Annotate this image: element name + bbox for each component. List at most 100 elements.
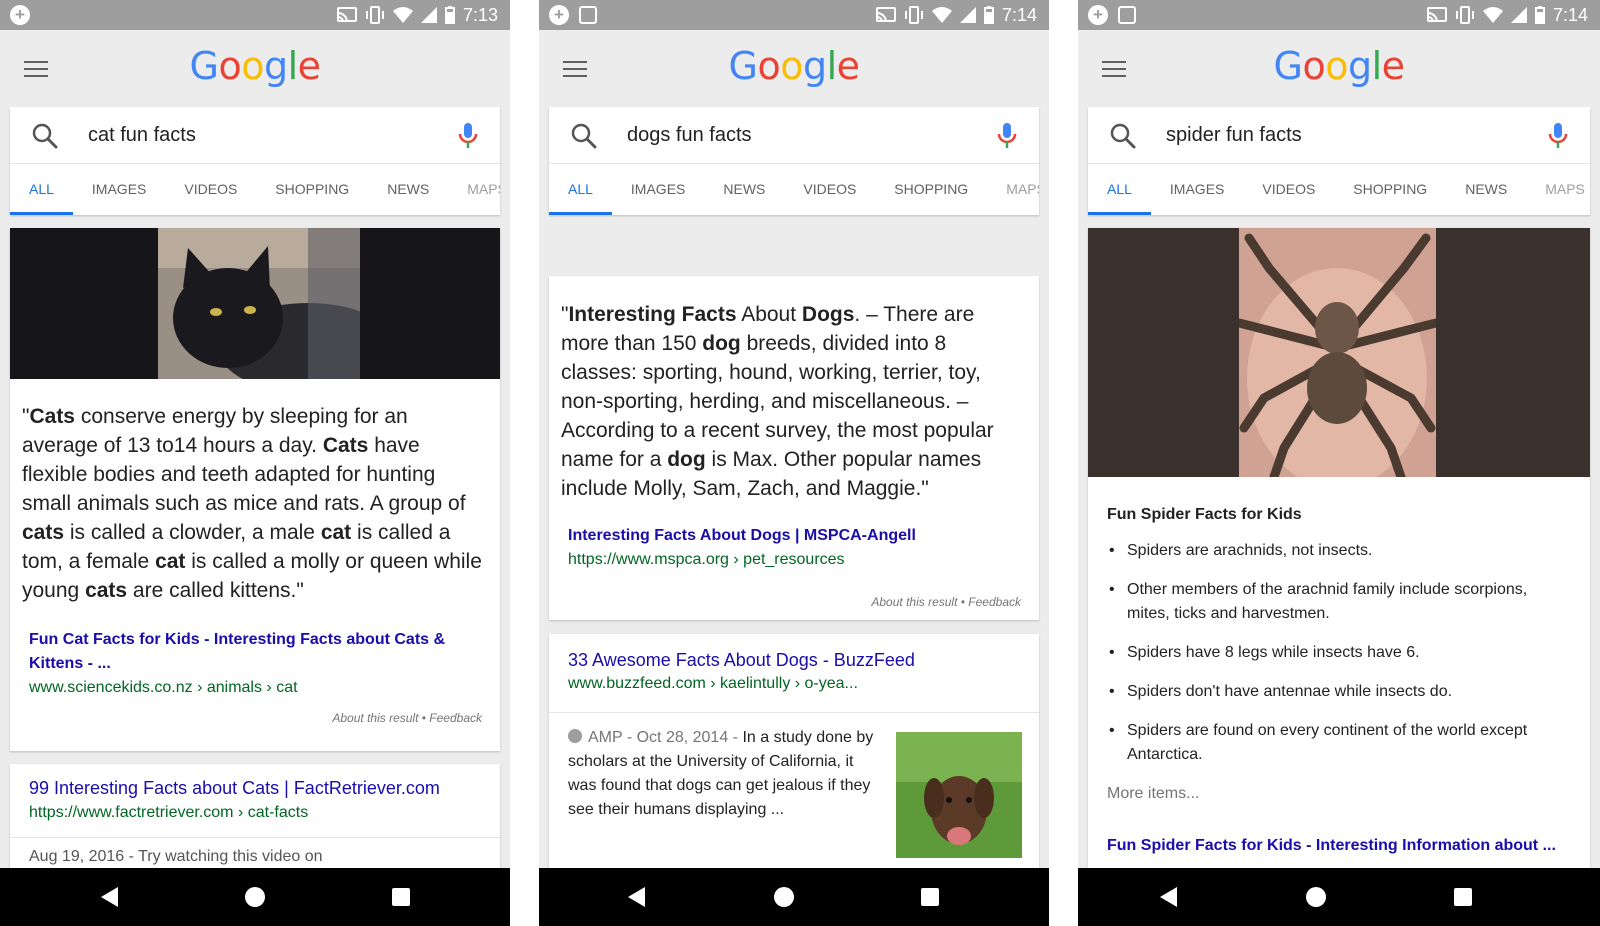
battery-icon	[983, 6, 994, 24]
phone-screen-spider: + 7:14 Google spider fun facts ALL IMAGE…	[1078, 0, 1600, 926]
search-icon[interactable]	[32, 123, 58, 149]
source-url[interactable]: https://www.mspca.org › pet_resources	[568, 548, 845, 572]
list-item: Spiders have 8 legs while insects have 6…	[1107, 641, 1570, 665]
vibrate-icon	[904, 6, 923, 24]
search-box: spider fun facts ALL IMAGES VIDEOS SHOPP…	[1088, 107, 1590, 215]
tab-videos[interactable]: VIDEOS	[784, 164, 875, 215]
back-icon[interactable]	[628, 887, 645, 907]
home-icon[interactable]	[774, 887, 794, 907]
list-item: Spiders don't have antennae while insect…	[1107, 680, 1570, 704]
tab-maps[interactable]: MAPS	[448, 164, 500, 215]
back-icon[interactable]	[101, 887, 118, 907]
signal-icon	[420, 7, 437, 23]
status-time: 7:14	[1001, 5, 1037, 25]
search-input[interactable]: spider fun facts	[1166, 124, 1302, 147]
battery-icon	[1534, 6, 1545, 24]
list-item: Other members of the arachnid family inc…	[1107, 578, 1570, 626]
notification-plus-icon: +	[1088, 5, 1108, 25]
tab-videos[interactable]: VIDEOS	[165, 164, 256, 215]
list-title: Fun Spider Facts for Kids	[1107, 506, 1302, 523]
tab-videos[interactable]: VIDEOS	[1243, 164, 1334, 215]
tab-all[interactable]: ALL	[1088, 164, 1151, 215]
source-link[interactable]: Fun Cat Facts for Kids - Interesting Fac…	[29, 628, 460, 676]
google-logo: Google	[728, 44, 860, 88]
result-partial: Aug 19, 2016 - Try watching this video o…	[29, 848, 323, 865]
tab-news[interactable]: NEWS	[704, 164, 784, 215]
tab-all[interactable]: ALL	[10, 164, 73, 215]
amp-result-text: AMP - Oct 28, 2014 - In a study done by …	[568, 726, 886, 822]
tab-images[interactable]: IMAGES	[1151, 164, 1243, 215]
source-link[interactable]: Interesting Facts About Dogs | MSPCA-Ang…	[568, 524, 916, 548]
back-icon[interactable]	[1160, 887, 1177, 907]
recents-icon[interactable]	[392, 888, 410, 906]
signal-icon	[959, 7, 976, 23]
navigation-bar	[0, 868, 510, 926]
tab-all[interactable]: ALL	[549, 164, 612, 215]
vibrate-icon	[1455, 6, 1474, 24]
search-input[interactable]: dogs fun facts	[627, 124, 752, 147]
status-time: 7:13	[462, 5, 498, 25]
notification-plus-icon: +	[549, 5, 569, 25]
google-logo: Google	[189, 44, 321, 88]
tab-news[interactable]: NEWS	[368, 164, 448, 215]
cast-icon	[336, 7, 357, 23]
list-item: Spiders are arachnids, not insects.	[1107, 539, 1570, 563]
microphone-icon[interactable]	[997, 122, 1017, 150]
wifi-icon	[931, 7, 952, 23]
tab-images[interactable]: IMAGES	[73, 164, 165, 215]
facts-list: Spiders are arachnids, not insects. Othe…	[1107, 539, 1570, 782]
amp-label: AMP	[588, 729, 623, 746]
black-cat-photo	[158, 228, 360, 379]
tab-maps[interactable]: MAPS	[1526, 164, 1590, 215]
status-bar: + 7:14	[1078, 0, 1600, 30]
divider	[10, 837, 500, 838]
divider	[549, 712, 1039, 713]
tab-shopping[interactable]: SHOPPING	[875, 164, 987, 215]
featured-snippet-card: "Cats conserve energy by sleeping for an…	[10, 228, 500, 751]
source-link[interactable]: Fun Spider Facts for Kids - Interesting …	[1107, 834, 1556, 858]
cast-icon	[1426, 7, 1447, 23]
wifi-icon	[392, 7, 413, 23]
spider-image[interactable]	[1088, 228, 1590, 477]
about-feedback[interactable]: About this result • Feedback	[332, 711, 482, 725]
google-logo: Google	[1273, 44, 1405, 88]
about-feedback[interactable]: About this result • Feedback	[871, 595, 1021, 609]
result-title[interactable]: 99 Interesting Facts about Cats | FactRe…	[29, 776, 440, 800]
navigation-bar	[539, 868, 1049, 926]
featured-snippet-card: "Interesting Facts About Dogs. – There a…	[549, 276, 1039, 620]
search-box: cat fun facts ALL IMAGES VIDEOS SHOPPING…	[10, 107, 500, 215]
featured-list-card: Fun Spider Facts for Kids Spiders are ar…	[1088, 228, 1590, 868]
search-tabs: ALL IMAGES VIDEOS SHOPPING NEWS MAPS	[1088, 163, 1590, 215]
home-icon[interactable]	[245, 887, 265, 907]
result-url[interactable]: www.buzzfeed.com › kaelintully › o-yea..…	[568, 672, 858, 696]
search-icon[interactable]	[571, 123, 597, 149]
cat-image[interactable]	[10, 228, 500, 379]
tab-maps[interactable]: MAPS	[987, 164, 1039, 215]
signal-icon	[1510, 7, 1527, 23]
source-url[interactable]: www.sciencekids.co.nz › animals › cat	[29, 676, 298, 700]
navigation-bar	[1078, 868, 1600, 926]
amp-date: - Oct 28, 2014 -	[622, 729, 743, 746]
result-title[interactable]: 33 Awesome Facts About Dogs - BuzzFeed	[568, 648, 915, 672]
cast-icon	[875, 7, 896, 23]
tab-shopping[interactable]: SHOPPING	[256, 164, 368, 215]
tab-shopping[interactable]: SHOPPING	[1334, 164, 1446, 215]
status-bar: + 7:13	[0, 0, 510, 30]
snippet-text: "Interesting Facts About Dogs. – There a…	[561, 303, 994, 500]
microphone-icon[interactable]	[458, 122, 478, 150]
dog-photo[interactable]	[896, 732, 1022, 858]
more-items-link[interactable]: More items...	[1107, 785, 1199, 803]
tab-images[interactable]: IMAGES	[612, 164, 704, 215]
recents-icon[interactable]	[921, 888, 939, 906]
result-url[interactable]: https://www.factretriever.com › cat-fact…	[29, 801, 308, 825]
home-icon[interactable]	[1306, 887, 1326, 907]
battery-icon	[444, 6, 455, 24]
tab-news[interactable]: NEWS	[1446, 164, 1526, 215]
screenshot-icon	[579, 6, 597, 24]
search-icon[interactable]	[1110, 123, 1136, 149]
list-item: Spiders are found on every continent of …	[1107, 719, 1570, 767]
recents-icon[interactable]	[1454, 888, 1472, 906]
microphone-icon[interactable]	[1548, 122, 1568, 150]
search-input[interactable]: cat fun facts	[88, 124, 196, 147]
amp-bolt-icon	[568, 729, 582, 743]
